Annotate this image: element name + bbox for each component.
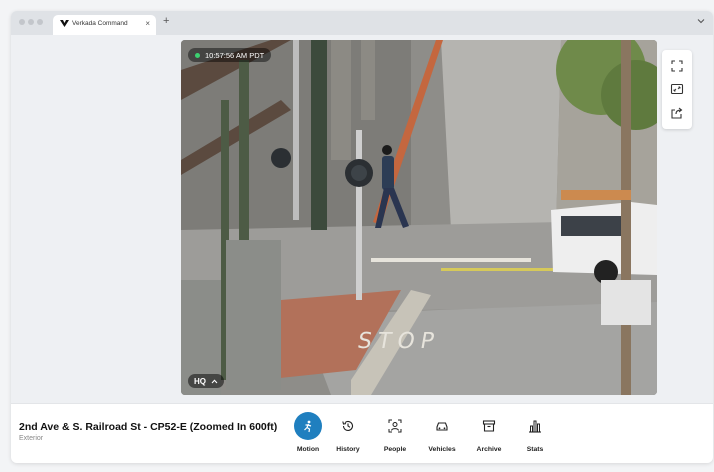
camera-location: Exterior <box>19 435 44 442</box>
vehicle-icon-wrap <box>428 412 456 440</box>
browser-window: Verkada Command × + STOP 10:57:56 AM PDT… <box>11 11 713 463</box>
live-status-dot <box>195 52 200 58</box>
people-icon-wrap <box>381 412 409 440</box>
vehicle-icon <box>436 422 448 431</box>
chevron-up-icon <box>211 378 218 383</box>
window-maximize-dot[interactable] <box>37 19 43 25</box>
zoom-frame-icon[interactable] <box>670 82 684 96</box>
camera-footer: 2nd Ave & S. Railroad St - CP52-E (Zoome… <box>11 403 713 463</box>
nav-archive[interactable]: Archive <box>466 412 512 458</box>
nav-label-archive: Archive <box>476 446 502 453</box>
share-icon[interactable] <box>670 106 684 120</box>
nav-stats[interactable]: Stats <box>512 412 558 458</box>
window-close-dot[interactable] <box>19 19 25 25</box>
tab-title: Verkada Command <box>72 20 128 27</box>
fullscreen-icon[interactable] <box>670 59 684 73</box>
nav-label-stats: Stats <box>526 446 544 453</box>
stop-road-marking: STOP <box>356 328 443 354</box>
camera-image: STOP <box>181 40 657 395</box>
timestamp-text: 10:57:56 AM PDT <box>205 50 265 60</box>
browser-tab[interactable]: Verkada Command × <box>53 15 156 35</box>
stats-icon <box>529 420 541 433</box>
window-minimize-dot[interactable] <box>28 19 34 25</box>
history-icon-wrap <box>334 412 362 440</box>
people-icon <box>388 419 402 433</box>
motion-icon-wrap <box>294 412 322 440</box>
nav-history[interactable]: History <box>325 412 371 458</box>
camera-feed[interactable]: STOP 10:57:56 AM PDT HQ <box>181 40 657 395</box>
stats-icon-wrap <box>521 412 549 440</box>
new-tab-button[interactable]: + <box>163 16 169 27</box>
tab-close-button[interactable]: × <box>145 19 150 28</box>
nav-people[interactable]: People <box>372 412 418 458</box>
verkada-logo-icon <box>60 20 69 27</box>
main-content: STOP 10:57:56 AM PDT HQ <box>11 35 713 403</box>
nav-label-history: History <box>336 446 360 453</box>
nav-vehicles[interactable]: Vehicles <box>419 412 465 458</box>
chevron-down-icon[interactable] <box>697 18 705 24</box>
timestamp-badge: 10:57:56 AM PDT <box>188 48 272 62</box>
quality-toggle-button[interactable]: HQ <box>188 374 224 388</box>
nav-label-people: People <box>383 446 407 453</box>
archive-icon <box>482 420 496 432</box>
archive-icon-wrap <box>475 412 503 440</box>
history-icon <box>342 420 354 431</box>
motion-icon <box>304 420 312 433</box>
camera-name: 2nd Ave & S. Railroad St - CP52-E (Zoome… <box>19 421 278 433</box>
quality-label: HQ <box>194 376 206 386</box>
view-tools-panel <box>662 50 692 129</box>
tab-strip: Verkada Command × + <box>11 11 713 35</box>
nav-label-vehicles: Vehicles <box>428 446 456 453</box>
